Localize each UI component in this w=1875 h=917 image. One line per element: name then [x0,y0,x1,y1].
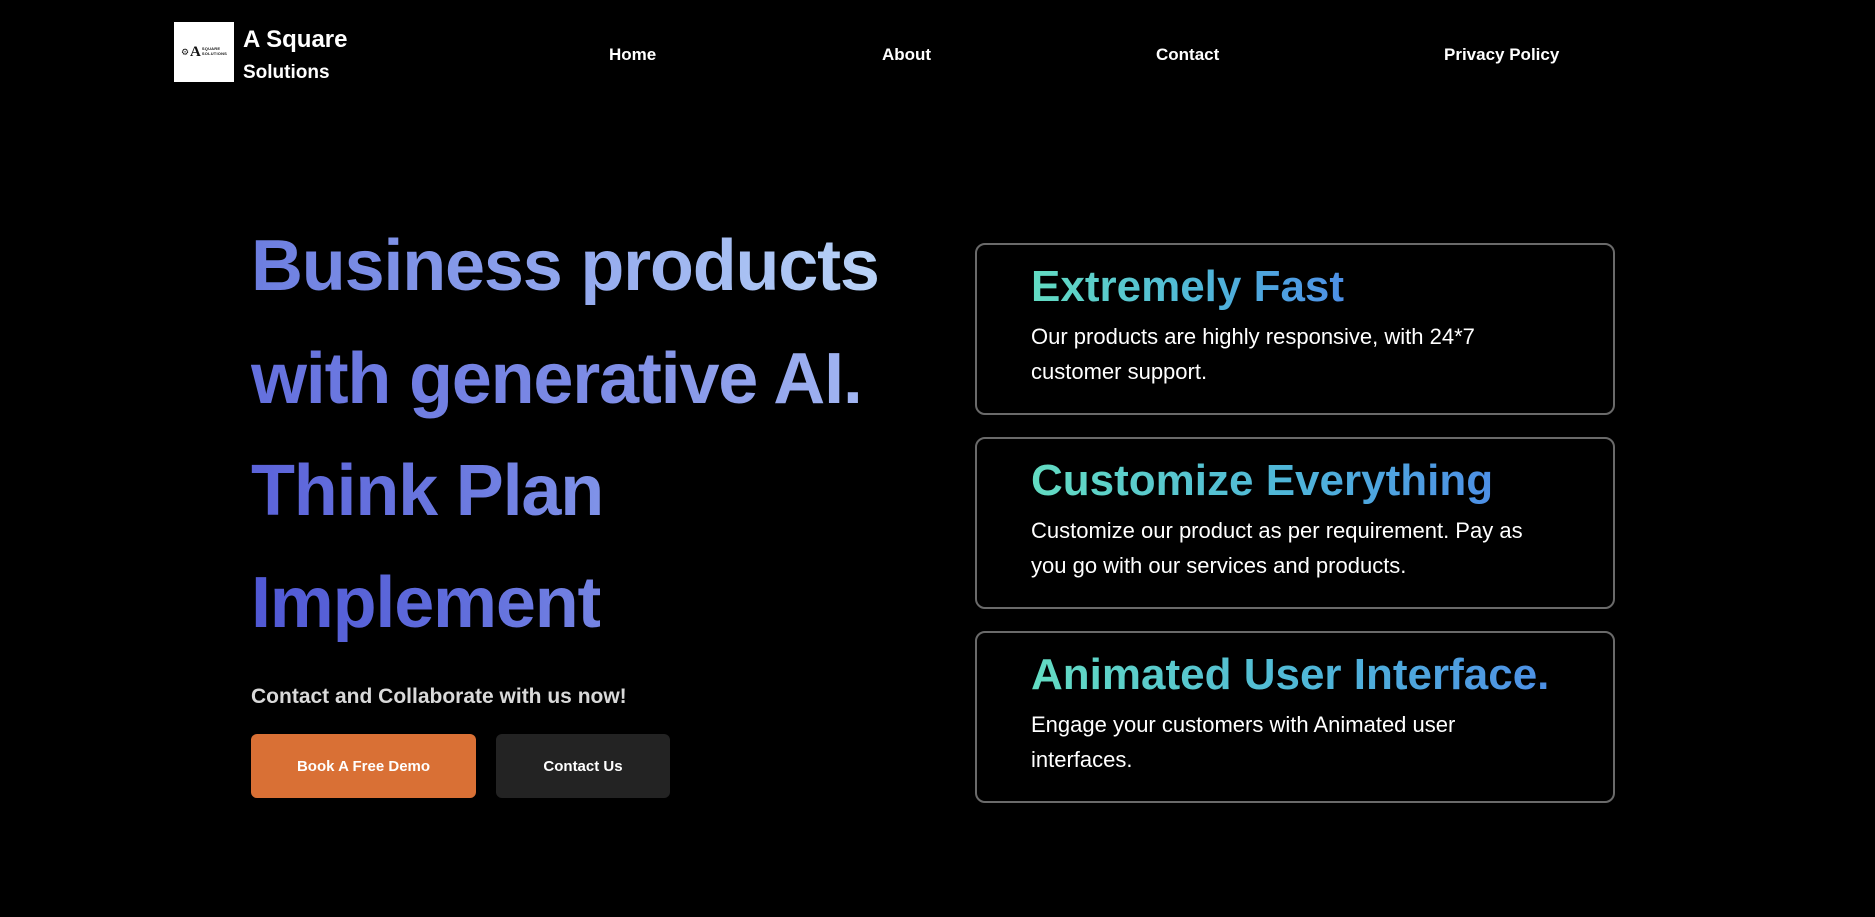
nav-contact-link[interactable]: Contact [1156,44,1219,66]
feature-title: Customize Everything [1031,453,1493,509]
feature-card: Animated User Interface. Engage your cus… [975,631,1615,803]
feature-title: Animated User Interface. [1031,647,1549,703]
book-free-demo-button[interactable]: Book A Free Demo [251,734,476,798]
logo-wordmark: SQUARE SOLUTIONS [201,46,228,57]
logo-initial: A [190,43,201,60]
feature-description: Our products are highly responsive, with… [1031,324,1475,384]
feature-card: Customize Everything Customize our produ… [975,437,1615,609]
feature-title: Extremely Fast [1031,259,1344,315]
hero-heading-line-1: Business products [251,222,880,310]
nav-home-link[interactable]: Home [609,44,656,66]
hero-heading-line-2: with generative AI. [251,335,863,423]
brand-logo[interactable]: ⚙ A SQUARE SOLUTIONS [174,22,234,82]
logo-small-bottom: SOLUTIONS [201,51,228,56]
logo-mark: ⚙ A SQUARE SOLUTIONS [180,43,228,60]
hero-heading-line-4: Implement [251,559,601,647]
feature-card: Extremely Fast Our products are highly r… [975,243,1615,415]
brand-name: A Square [243,26,348,53]
hero-heading-line-3: Think Plan [251,447,604,535]
nav-about-link[interactable]: About [882,44,931,66]
feature-description: Customize our product as per requirement… [1031,518,1523,578]
brand-subname: Solutions [243,62,330,83]
feature-description: Engage your customers with Animated user… [1031,712,1456,772]
contact-us-label: Contact Us [543,757,623,775]
landing-page: ⚙ A SQUARE SOLUTIONS A Square Solutions … [0,0,1875,917]
book-free-demo-label: Book A Free Demo [296,757,431,775]
nav-privacy-policy-link[interactable]: Privacy Policy [1444,44,1559,66]
hero-tagline: Contact and Collaborate with us now! [251,685,627,708]
gear-icon: ⚙ [180,46,190,57]
contact-us-button[interactable]: Contact Us [496,734,670,798]
